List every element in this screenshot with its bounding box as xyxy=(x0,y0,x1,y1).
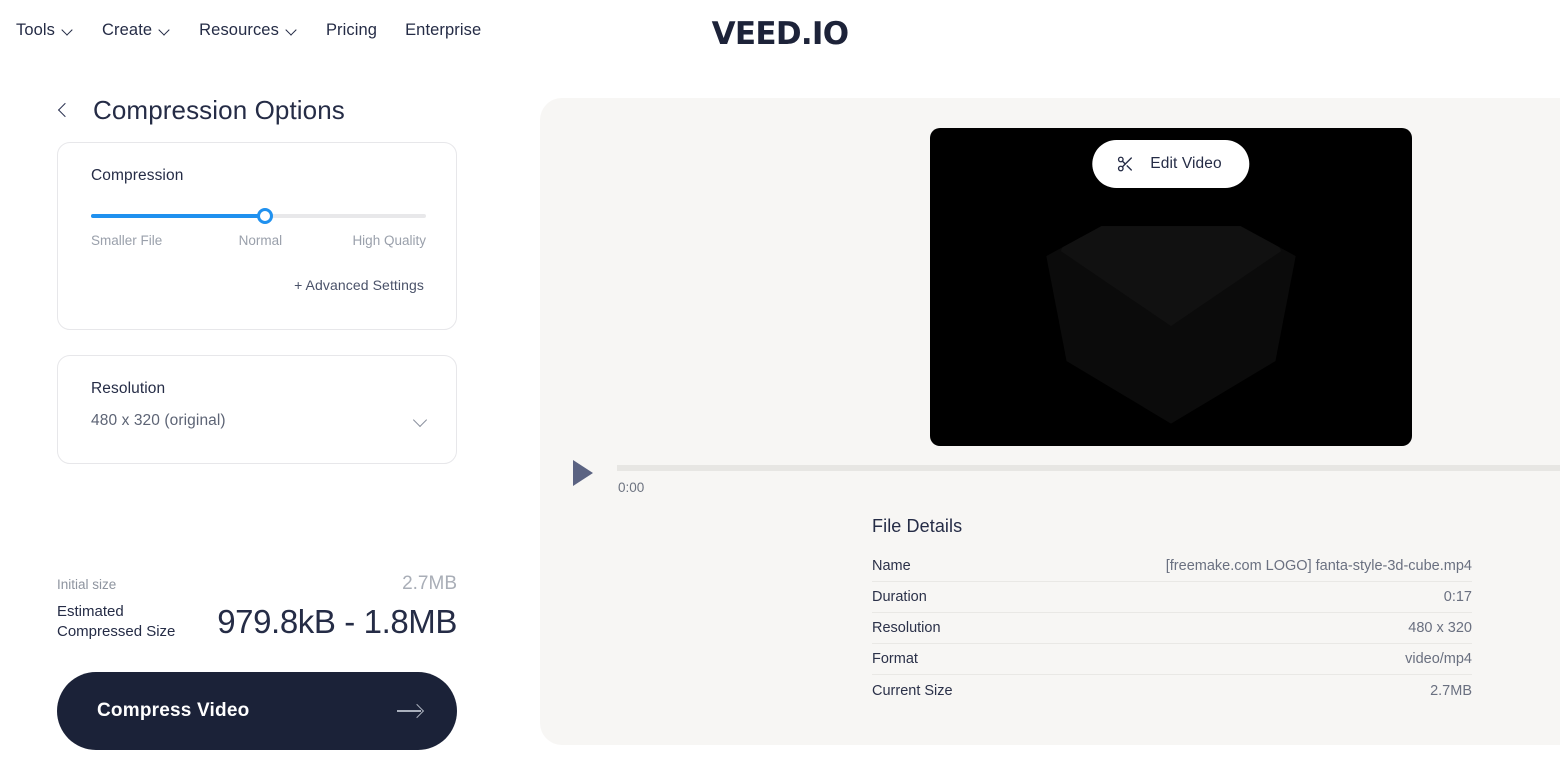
chevron-down-icon xyxy=(414,414,428,428)
estimated-size-label: Estimated Compressed Size xyxy=(57,603,176,641)
resolution-card: Resolution 480 x 320 (original) xyxy=(57,355,457,464)
file-details-table: Name [freemake.com LOGO] fanta-style-3d-c… xyxy=(872,551,1472,706)
arrow-right-icon xyxy=(397,704,423,718)
advanced-settings-link[interactable]: + Advanced Settings xyxy=(294,277,424,293)
file-details-value: [freemake.com LOGO] fanta-style-3d-cube.… xyxy=(1165,558,1472,574)
compress-video-label: Compress Video xyxy=(97,700,250,721)
file-details-row: Resolution 480 x 320 xyxy=(872,613,1472,644)
initial-size-value: 2.7MB xyxy=(402,573,457,594)
veed-logo[interactable]: VEED.IO xyxy=(0,16,1560,52)
edit-video-button[interactable]: Edit Video xyxy=(1092,140,1250,188)
preview-panel: Edit Video 0:00 File Details Name [freema… xyxy=(540,98,1560,745)
file-details-row: Name [freemake.com LOGO] fanta-style-3d-c… xyxy=(872,551,1472,582)
file-details-value: 480 x 320 xyxy=(1408,620,1472,636)
resolution-select[interactable]: 480 x 320 (original) xyxy=(91,412,428,430)
back-chevron-icon[interactable] xyxy=(57,100,73,122)
file-details-title: File Details xyxy=(872,516,963,536)
file-details-key: Duration xyxy=(872,589,927,605)
file-details-value: video/mp4 xyxy=(1405,651,1472,667)
video-frame-cube-graphic xyxy=(1046,226,1296,424)
slider-thumb[interactable] xyxy=(257,208,274,224)
resolution-selected-value: 480 x 320 (original) xyxy=(91,412,226,429)
file-details-section: File Details Name [freemake.com LOGO] fan… xyxy=(872,516,1472,706)
file-details-row: Current Size 2.7MB xyxy=(872,675,1472,706)
file-details-key: Name xyxy=(872,558,911,574)
play-icon[interactable] xyxy=(573,460,593,486)
slider-min-label: Smaller File xyxy=(91,233,163,248)
video-player-controls: 0:00 xyxy=(540,450,1560,520)
timeline-scrubber[interactable] xyxy=(617,465,1560,471)
video-preview[interactable]: Edit Video xyxy=(930,128,1412,446)
file-details-key: Resolution xyxy=(872,620,941,636)
top-navigation-bar: Tools Create Resources Pricing Enterpris… xyxy=(0,0,1560,68)
slider-fill xyxy=(91,214,266,218)
page-title: Compression Options xyxy=(93,95,345,125)
page-header: Compression Options xyxy=(57,95,345,126)
file-details-key: Format xyxy=(872,651,918,667)
scissors-icon xyxy=(1117,156,1132,172)
slider-legend: Smaller File Normal High Quality xyxy=(91,233,426,248)
slider-max-label: High Quality xyxy=(352,233,426,248)
current-time-label: 0:00 xyxy=(618,480,645,495)
resolution-label: Resolution xyxy=(91,380,166,397)
compression-label: Compression xyxy=(91,167,184,184)
file-details-key: Current Size xyxy=(872,682,953,699)
compression-slider[interactable] xyxy=(91,205,426,227)
compression-card: Compression Smaller File Normal High Qua… xyxy=(57,142,457,330)
compression-options-sidebar: Compression Options Compression Smaller … xyxy=(0,68,540,767)
file-details-row: Format video/mp4 xyxy=(872,644,1472,675)
estimated-size-row: Estimated Compressed Size 979.8kB - 1.8M… xyxy=(57,602,457,643)
file-details-row: Duration 0:17 xyxy=(872,582,1472,613)
file-details-value: 0:17 xyxy=(1443,589,1472,605)
estimated-size-value: 979.8kB - 1.8MB xyxy=(217,603,457,641)
compress-video-button[interactable]: Compress Video xyxy=(57,672,457,750)
slider-mid-label: Normal xyxy=(238,233,283,248)
file-details-value: 2.7MB xyxy=(1430,682,1472,699)
edit-video-label: Edit Video xyxy=(1150,155,1222,172)
initial-size-row: Initial size 2.7MB xyxy=(57,573,457,595)
initial-size-label: Initial size xyxy=(57,577,117,592)
app-root: Tools Create Resources Pricing Enterpris… xyxy=(0,0,1560,767)
